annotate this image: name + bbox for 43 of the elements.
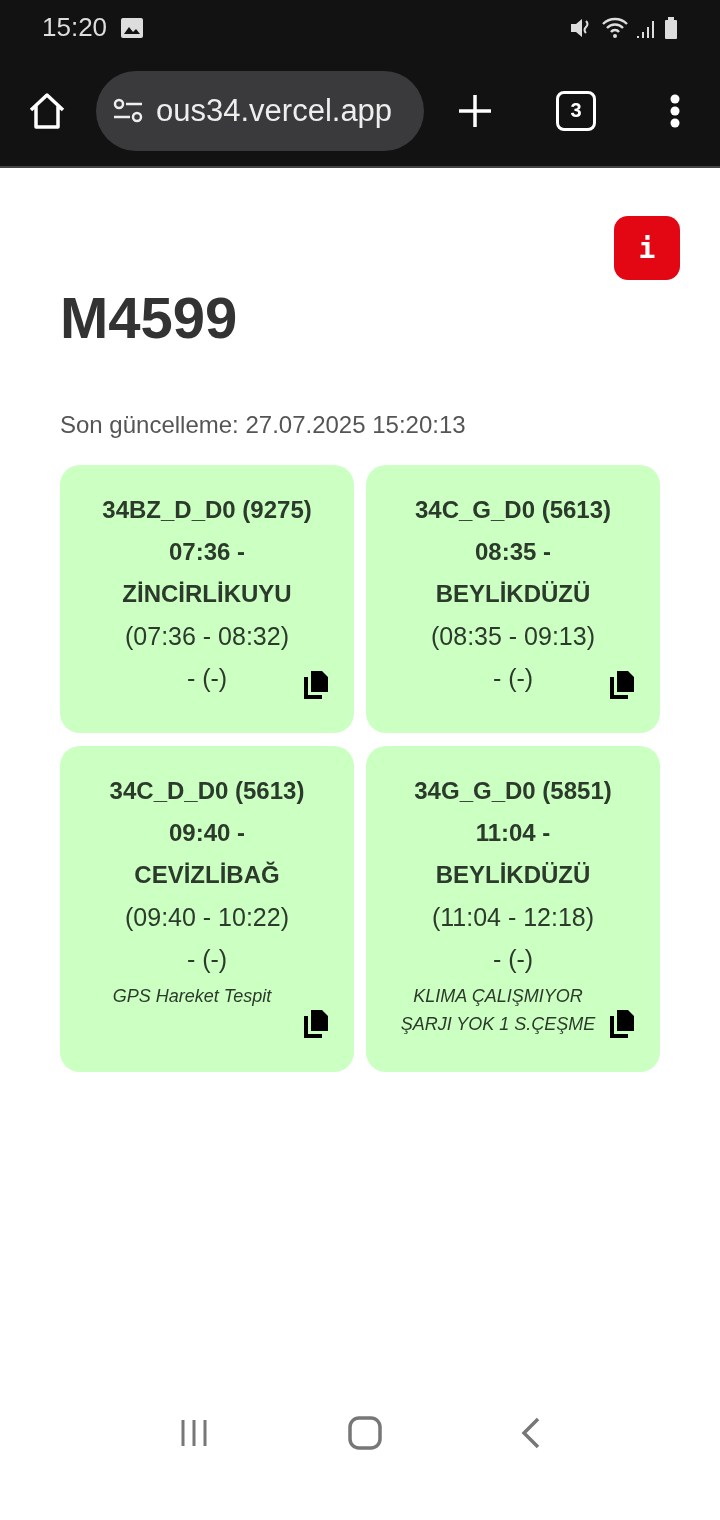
time-range: (08:35 - 09:13) — [431, 621, 595, 652]
trip-code: 34C_D_D0 (5613) — [109, 776, 305, 806]
trip-code: 34G_G_D0 (5851) — [414, 776, 612, 806]
trip-extra: - (-) — [186, 944, 228, 975]
wifi-icon — [602, 16, 628, 39]
copy-icon[interactable] — [304, 671, 328, 699]
clock: 15:20 — [42, 12, 108, 43]
back-icon[interactable] — [520, 1417, 541, 1449]
battery-icon — [664, 16, 678, 39]
destination: BEYLİKDÜZÜ — [435, 860, 591, 890]
home-nav-icon[interactable] — [348, 1416, 382, 1450]
page-title: M4599 — [60, 284, 239, 351]
destination: BEYLİKDÜZÜ — [435, 579, 591, 609]
tab-count[interactable]: 3 — [556, 90, 596, 131]
destination: CEVİZLİBAĞ — [134, 860, 280, 890]
url-text: ous34.vercel.app — [156, 92, 393, 129]
last-updated: Son güncelleme: 27.07.2025 15:20:13 — [60, 411, 467, 439]
home-icon[interactable] — [28, 91, 66, 130]
trip-extra: - (-) — [186, 663, 228, 694]
departure-time: 07:36 - — [168, 537, 245, 567]
trip-code: 34C_G_D0 (5613) — [414, 495, 612, 525]
image-icon — [121, 17, 144, 38]
departure-time: 09:40 - — [168, 818, 245, 848]
time-range: (09:40 - 10:22) — [125, 902, 289, 933]
recent-apps-icon[interactable] — [179, 1418, 210, 1448]
copy-icon[interactable] — [610, 671, 634, 699]
trip-extra: - (-) — [492, 663, 534, 694]
copy-icon[interactable] — [304, 1010, 328, 1038]
tune-icon[interactable] — [112, 97, 144, 124]
departure-time: 11:04 - — [475, 818, 551, 848]
plus-icon[interactable] — [458, 93, 492, 128]
trip-extra: - (-) — [492, 944, 534, 975]
copy-icon[interactable] — [610, 1010, 634, 1038]
info-button[interactable]: i — [614, 216, 680, 280]
trip-code: 34BZ_D_D0 (9275) — [102, 495, 312, 525]
departure-time: 08:35 - — [474, 537, 551, 567]
time-range: (07:36 - 08:32) — [125, 621, 289, 652]
trip-note: KLIMA ÇALIŞMIYOR ŞARJI YOK 1 S.ÇEŞME — [399, 985, 597, 1036]
more-icon[interactable] — [670, 93, 680, 128]
time-range: (11:04 - 12:18) — [431, 902, 595, 933]
destination: ZİNCİRLİKUYU — [122, 579, 292, 609]
trip-note: GPS Hareket Tespit — [112, 985, 272, 1008]
address-bar[interactable]: ous34.vercel.app — [96, 70, 424, 151]
